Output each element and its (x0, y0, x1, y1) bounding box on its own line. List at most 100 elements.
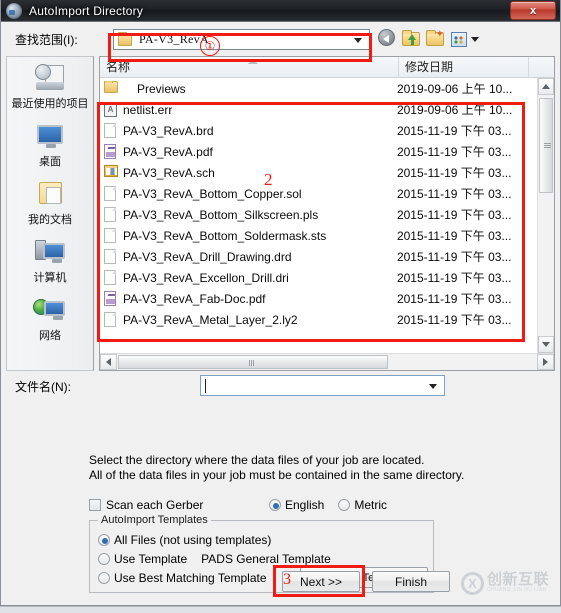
file-date: 2015-11-19 下午 03... (396, 229, 512, 243)
look-in-label: 查找范围(I): (15, 32, 78, 47)
chevron-down-icon[interactable] (429, 384, 437, 389)
watermark-logo: X 创新互联 CHUANG XIN HU LIAN (461, 568, 557, 598)
radio-use-best-matching-template[interactable]: Use Best Matching Template (98, 571, 267, 585)
radio-use-best-matching-label: Use Best Matching Template (114, 571, 267, 585)
scan-each-gerber-label: Scan each Gerber (106, 498, 204, 512)
sidebar-item-computer[interactable]: 计算机 (8, 237, 92, 291)
file-name-input[interactable] (200, 375, 445, 396)
file-date: 2015-11-19 下午 03... (396, 250, 512, 264)
description-line-2: All of the data files in your job must b… (89, 468, 465, 482)
look-in-row: 查找范围(I): PA-V3_RevA ✦ (1, 22, 560, 56)
file-date: 2015-11-19 下午 03... (396, 208, 512, 222)
radio-dot[interactable] (269, 499, 281, 511)
template-name: PADS General Template (201, 552, 331, 566)
close-button[interactable]: x (510, 1, 556, 20)
file-name-label: 文件名(N): (15, 379, 71, 394)
column-header-name[interactable]: 名称 (100, 57, 399, 78)
file-name: Previews (137, 81, 186, 96)
vertical-scrollbar-thumb[interactable] (539, 98, 553, 193)
table-row[interactable]: PA-V3_RevA_Fab-Doc.pdf 2015-11-19 下午 03.… (100, 288, 537, 309)
table-row[interactable]: A netlist.err 2019-09-06 上午 10... (100, 99, 537, 120)
sidebar-item-recent-items[interactable]: 最近使用的项目 (8, 63, 92, 117)
radio-dot[interactable] (338, 499, 351, 511)
table-row[interactable]: PA-V3_RevA.brd 2015-11-19 下午 03... (100, 120, 537, 141)
file-name: PA-V3_RevA_Bottom_Soldermask.sts (123, 228, 327, 243)
file-date: 2015-11-19 下午 03... (396, 187, 512, 201)
triangle-down-icon (542, 342, 550, 347)
computer-icon (33, 237, 67, 267)
up-one-level-button[interactable] (402, 29, 422, 49)
file-date: 2015-11-19 下午 03... (396, 271, 512, 285)
chevron-down-icon[interactable] (471, 37, 479, 42)
table-row[interactable]: PA-V3_RevA_Excellon_Drill.dri 2015-11-19… (100, 267, 537, 288)
radio-all-files[interactable]: All Files (not using templates) (98, 533, 271, 547)
file-date: 2015-11-19 下午 03... (396, 166, 512, 180)
scroll-left-button[interactable] (100, 354, 117, 370)
triangle-right-icon (543, 358, 548, 366)
sidebar-item-label: 网络 (39, 330, 61, 342)
table-row[interactable]: PA-V3_RevA.sch 2015-11-19 下午 03... (100, 162, 537, 183)
table-row[interactable]: PA-V3_RevA_Bottom_Silkscreen.pls 2015-11… (100, 204, 537, 225)
window-bottom-strip (0, 606, 561, 613)
file-date: 2015-11-19 下午 03... (396, 313, 512, 327)
sidebar-item-label: 最近使用的项目 (11, 98, 89, 110)
pdf-file-icon (104, 143, 118, 160)
my-documents-icon (33, 179, 67, 209)
radio-metric[interactable]: Metric (338, 498, 387, 512)
file-name: PA-V3_RevA.brd (123, 123, 214, 138)
radio-english-label: English (285, 498, 325, 512)
sidebar-item-desktop[interactable]: 桌面 (8, 121, 92, 175)
new-folder-button[interactable]: ✦ (426, 29, 446, 49)
table-row[interactable]: Previews 2019-09-06 上午 10... (100, 78, 537, 99)
app-globe-icon (6, 2, 22, 19)
triangle-up-icon (542, 84, 550, 89)
radio-dot[interactable] (98, 534, 110, 546)
document-icon (104, 122, 118, 139)
text-caret (205, 379, 206, 393)
file-name: netlist.err (123, 102, 173, 117)
table-row[interactable]: PA-V3_RevA_Bottom_Copper.sol 2015-11-19 … (100, 183, 537, 204)
column-header-date[interactable]: 修改日期 (399, 57, 529, 78)
radio-use-template[interactable]: Use Template PADS General Template (98, 552, 331, 566)
table-row[interactable]: PA-V3_RevA_Drill_Drawing.drd 2015-11-19 … (100, 246, 537, 267)
views-button[interactable] (451, 29, 479, 49)
sidebar-item-my-documents[interactable]: 我的文档 (8, 179, 92, 233)
table-row[interactable]: PA-V3_RevA_Metal_Layer_2.ly2 2015-11-19 … (100, 309, 537, 330)
radio-dot[interactable] (98, 553, 110, 565)
table-row[interactable]: PA-V3_RevA_Bottom_Soldermask.sts 2015-11… (100, 225, 537, 246)
screenshot-root: AutoImport Directory x 查找范围(I): PA-V3_Re… (0, 0, 561, 613)
radio-dot[interactable] (98, 572, 110, 584)
radio-use-template-label: Use Template (114, 552, 188, 566)
horizontal-scrollbar[interactable] (100, 353, 554, 370)
checkbox-box[interactable] (89, 499, 101, 511)
file-date: 2015-11-19 下午 03... (396, 124, 512, 138)
next-button[interactable]: Next >> (282, 571, 360, 592)
folder-icon (104, 80, 118, 97)
document-icon (104, 311, 118, 328)
finish-button[interactable]: Finish (372, 571, 450, 592)
folder-icon (118, 31, 132, 46)
horizontal-scrollbar-thumb[interactable] (118, 355, 388, 369)
radio-english[interactable]: English (269, 498, 324, 512)
description-text: Select the directory where the data file… (89, 453, 464, 483)
file-date: 2015-11-19 下午 03... (396, 145, 512, 159)
file-date: 2019-09-06 上午 10... (396, 103, 513, 117)
new-folder-icon: ✦ (426, 30, 444, 46)
radio-all-files-label: All Files (not using templates) (114, 533, 272, 547)
sidebar-item-network[interactable]: 网络 (8, 295, 92, 349)
scroll-right-button[interactable] (537, 354, 554, 370)
scroll-up-button[interactable] (538, 78, 554, 95)
vertical-scrollbar[interactable] (537, 78, 554, 353)
places-bar: 最近使用的项目 桌面 我的文档 计算机 网络 (6, 56, 94, 371)
file-date: 2015-11-19 下午 03... (396, 292, 512, 306)
back-button[interactable] (378, 29, 398, 49)
column-headers: 名称 修改日期 (100, 57, 554, 78)
views-grid-icon (451, 32, 467, 47)
file-name: PA-V3_RevA_Excellon_Drill.dri (123, 270, 289, 285)
browser-body: 最近使用的项目 桌面 我的文档 计算机 网络 名称 修改日期 Previews … (1, 56, 560, 371)
scan-each-gerber-checkbox[interactable]: Scan each Gerber (89, 498, 203, 512)
chevron-down-icon[interactable] (354, 38, 362, 43)
look-in-combobox[interactable]: PA-V3_RevA (113, 29, 370, 50)
scroll-down-button[interactable] (538, 336, 554, 353)
table-row[interactable]: PA-V3_RevA.pdf 2015-11-19 下午 03... (100, 141, 537, 162)
